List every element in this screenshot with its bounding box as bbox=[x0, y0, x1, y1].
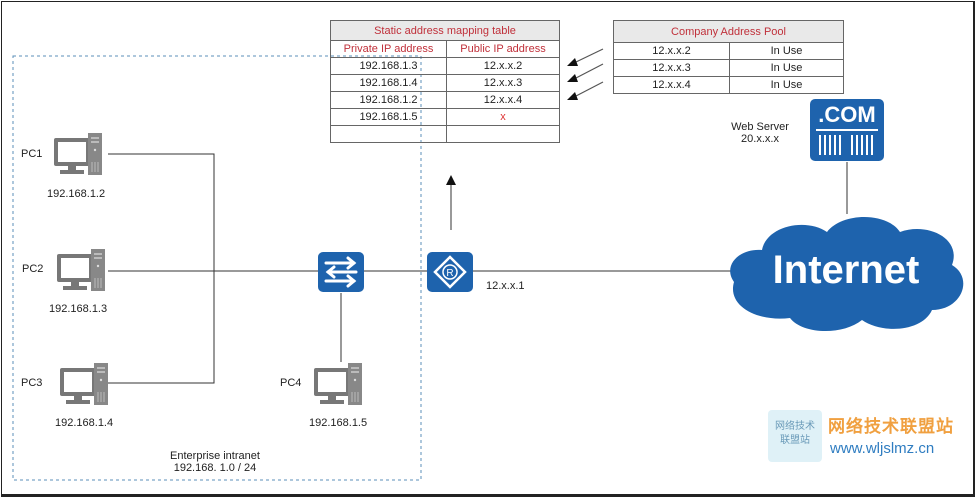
watermark-url: www.wljslmz.cn bbox=[830, 440, 935, 457]
watermark-name: 网络技术联盟站 bbox=[828, 417, 954, 436]
pc2-name: PC2 bbox=[22, 263, 44, 275]
pc4-icon bbox=[312, 362, 370, 412]
arrow-head-3 bbox=[567, 92, 578, 100]
switch-arrows-icon bbox=[324, 256, 358, 288]
watermark: 网络技术 联盟站 网络技术联盟站 www.wljslmz.cn bbox=[768, 410, 966, 462]
table-row: 192.168.1.5 x bbox=[330, 108, 560, 126]
svg-text:R: R bbox=[446, 268, 453, 279]
table-row: 12.x.x.3 In Use bbox=[613, 59, 844, 77]
table-row: 192.168.1.4 12.x.x.3 bbox=[330, 74, 560, 92]
arrow-head-2 bbox=[567, 74, 578, 82]
pool-arrows bbox=[575, 48, 604, 97]
pool-table-title: Company Address Pool bbox=[613, 20, 844, 43]
web-server-label: Web Server 20.x.x.x bbox=[731, 121, 789, 145]
table-row: 12.x.x.4 In Use bbox=[613, 76, 844, 94]
pc2-icon bbox=[55, 248, 113, 298]
col-private-ip: Private IP address bbox=[330, 40, 447, 58]
pc3-name: PC3 bbox=[21, 377, 43, 389]
intranet-label: Enterprise intranet 192.168. 1.0 / 24 bbox=[170, 450, 260, 474]
static-table-title: Static address mapping table bbox=[330, 20, 560, 41]
internet-label: Internet bbox=[772, 248, 920, 292]
arrow-head-1 bbox=[567, 58, 578, 66]
internet-cloud: Internet bbox=[722, 210, 970, 336]
address-pool-table: Company Address Pool 12.x.x.2 In Use 12.x… bbox=[613, 20, 844, 94]
pc1-name: PC1 bbox=[21, 148, 43, 160]
static-mapping-table: Static address mapping table Private IP … bbox=[330, 20, 560, 143]
table-row bbox=[330, 125, 560, 143]
arrow-head-up bbox=[446, 175, 456, 185]
pc3-ip: 192.168.1.4 bbox=[55, 417, 114, 429]
table-row: 192.168.1.3 12.x.x.2 bbox=[330, 57, 560, 75]
table-row: 12.x.x.2 In Use bbox=[613, 42, 844, 60]
router-icon: R bbox=[427, 252, 473, 292]
server-bars-icon bbox=[816, 129, 878, 155]
router-diamond-icon: R bbox=[433, 255, 467, 289]
pc2-ip: 192.168.1.3 bbox=[49, 303, 108, 315]
pc4-name: PC4 bbox=[280, 377, 302, 389]
router-ip: 12.x.x.1 bbox=[486, 280, 525, 292]
link-pc1 bbox=[108, 153, 215, 384]
col-public-ip: Public IP address bbox=[446, 40, 560, 58]
pc3-icon bbox=[58, 362, 116, 412]
switch-icon bbox=[318, 252, 364, 292]
pc4-ip: 192.168.1.5 bbox=[309, 417, 368, 429]
web-server-icon: .COM bbox=[810, 99, 884, 161]
watermark-logo: 网络技术 联盟站 bbox=[768, 410, 822, 462]
pc1-ip: 192.168.1.2 bbox=[47, 188, 106, 200]
pc1-icon bbox=[52, 132, 110, 182]
table-row: 192.168.1.2 12.x.x.4 bbox=[330, 91, 560, 109]
